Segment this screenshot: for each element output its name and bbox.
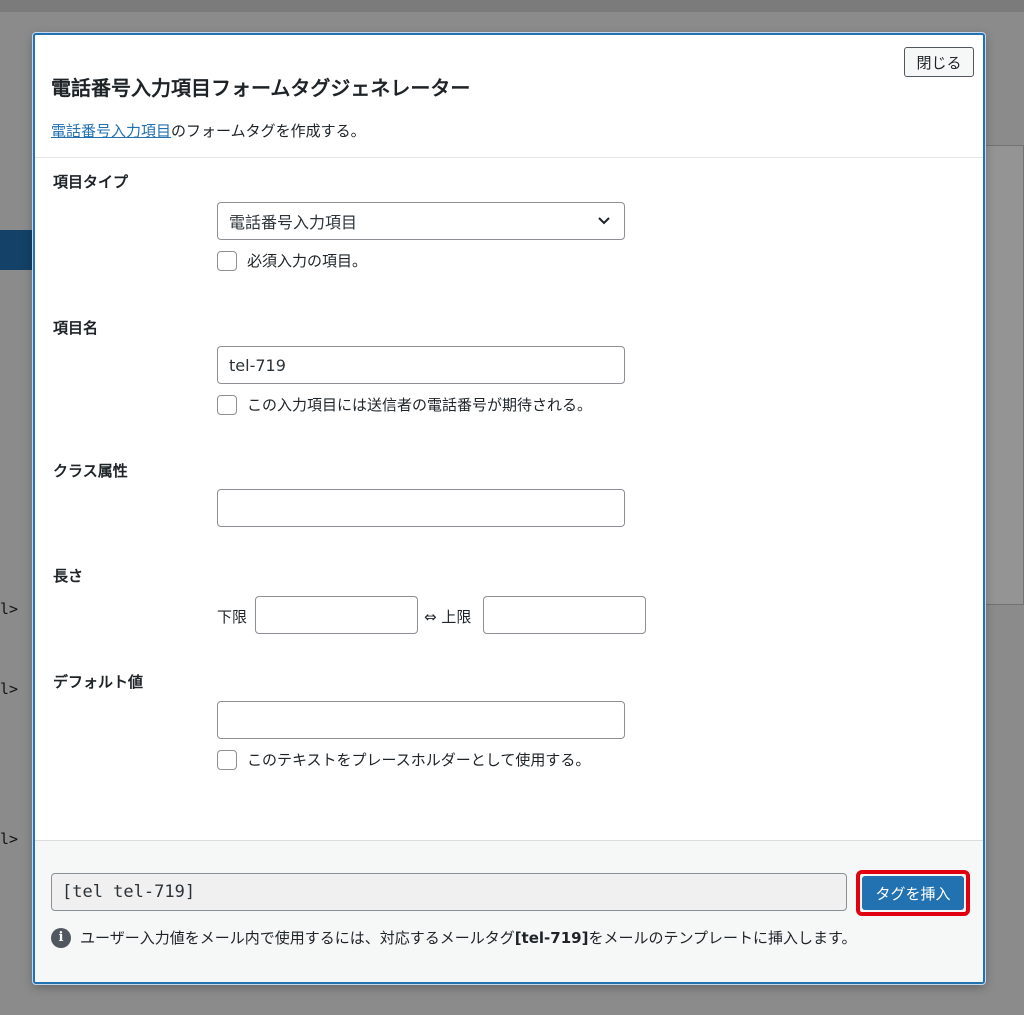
length-min-label: 下限 (217, 608, 248, 626)
default-value-label: デフォルト値 (53, 673, 144, 691)
mail-tag-hint-suffix: をメールのテンプレートに挿入します。 (588, 929, 857, 947)
mail-tag-hint-prefix: ユーザー入力値をメール内で使用するには、対応するメールタグ (80, 929, 515, 947)
class-attr-label: クラス属性 (53, 462, 128, 480)
chevron-down-icon (598, 217, 610, 225)
length-label: 長さ (53, 567, 84, 585)
info-icon: i (51, 927, 71, 948)
class-attr-input[interactable] (217, 489, 625, 527)
required-checkbox-label: 必須入力の項目。 (247, 252, 368, 270)
field-name-input[interactable]: tel-719 (217, 346, 625, 384)
required-checkbox[interactable] (217, 250, 237, 271)
field-type-select-value: 電話番号入力項目 (229, 213, 358, 232)
dialog-title: 電話番号入力項目フォームタグジェネレーター (51, 76, 471, 100)
mail-tag-name: [tel-719] (514, 928, 589, 947)
length-max-input[interactable] (483, 596, 646, 634)
tag-generator-dialog: 閉じる 電話番号入力項目フォームタグジェネレーター 電話番号入力項目のフォームタ… (33, 33, 985, 984)
placeholder-checkbox[interactable] (217, 749, 237, 770)
tag-output-field[interactable]: [tel tel-719] (51, 873, 847, 911)
length-min-input[interactable] (255, 596, 418, 634)
expect-tel-option[interactable]: この入力項目には送信者の電話番号が期待される。 (217, 394, 592, 415)
mail-tag-hint: i ユーザー入力値をメール内で使用するには、対応するメールタグ [tel-719… (51, 927, 857, 948)
placeholder-checkbox-label: このテキストをプレースホルダーとして使用する。 (247, 751, 591, 769)
field-name-label: 項目名 (53, 319, 99, 337)
field-type-label: 項目タイプ (53, 173, 129, 191)
field-type-select[interactable]: 電話番号入力項目 (217, 202, 625, 240)
required-field-option[interactable]: 必須入力の項目。 (217, 250, 367, 271)
insert-tag-button[interactable]: タグを挿入 (862, 876, 964, 910)
dialog-description-text: のフォームタグを作成する。 (171, 122, 366, 140)
header-divider (35, 157, 983, 158)
default-value-input[interactable] (217, 701, 625, 739)
dialog-footer: [tel tel-719] タグを挿入 i ユーザー入力値をメール内で使用するに… (35, 840, 983, 982)
field-type-doc-link[interactable]: 電話番号入力項目 (51, 122, 171, 140)
expect-tel-checkbox[interactable] (217, 394, 237, 415)
length-max-label: ⇔ 上限 (424, 608, 472, 626)
expect-tel-checkbox-label: この入力項目には送信者の電話番号が期待される。 (247, 396, 593, 414)
placeholder-option[interactable]: このテキストをプレースホルダーとして使用する。 (217, 749, 590, 770)
insert-button-highlight: タグを挿入 (856, 870, 970, 916)
close-button[interactable]: 閉じる (904, 47, 974, 77)
dialog-description: 電話番号入力項目のフォームタグを作成する。 (51, 120, 366, 141)
